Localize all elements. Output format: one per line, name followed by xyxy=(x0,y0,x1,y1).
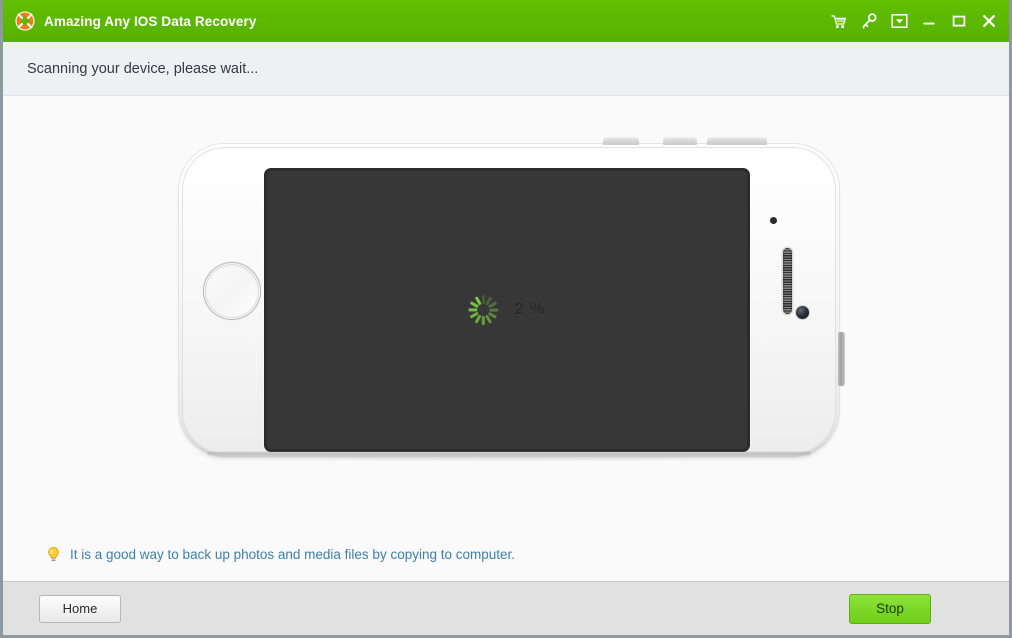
device-illustration: 2 % xyxy=(179,138,845,464)
cart-icon[interactable] xyxy=(829,11,849,31)
device-bottom-edge xyxy=(207,452,811,460)
front-camera-icon xyxy=(796,306,809,319)
earpiece-speaker-icon xyxy=(783,248,792,314)
mute-switch-button xyxy=(603,138,639,145)
title-bar: Amazing Any IOS Data Recovery xyxy=(3,0,1009,42)
title-bar-controls xyxy=(829,11,1003,31)
tip-row: It is a good way to back up photos and m… xyxy=(45,546,515,563)
lifebuoy-icon xyxy=(15,11,35,31)
close-icon[interactable] xyxy=(979,11,999,31)
progress-percent-label: 2 % xyxy=(514,301,546,318)
dropdown-icon[interactable] xyxy=(889,11,909,31)
application-window: Amazing Any IOS Data Recovery Scanning y… xyxy=(0,0,1012,638)
key-icon[interactable] xyxy=(859,11,879,31)
minimize-icon[interactable] xyxy=(919,11,939,31)
device-home-button xyxy=(206,265,258,317)
device-body: 2 % xyxy=(179,138,845,457)
stop-button[interactable]: Stop xyxy=(849,593,931,624)
home-button[interactable]: Home xyxy=(39,594,121,623)
window-title: Amazing Any IOS Data Recovery xyxy=(44,13,257,29)
main-content-area: 2 % It is a good way to back up photos a… xyxy=(3,96,1009,581)
loading-spinner-icon xyxy=(468,295,499,325)
lightbulb-icon xyxy=(45,546,62,563)
tip-message: It is a good way to back up photos and m… xyxy=(70,547,516,562)
power-button xyxy=(838,332,845,386)
proximity-sensor-icon xyxy=(770,217,777,224)
footer-bar: Home Stop xyxy=(3,581,1009,635)
maximize-icon[interactable] xyxy=(949,11,969,31)
status-message: Scanning your device, please wait... xyxy=(27,60,259,77)
volume-down-button xyxy=(707,138,767,145)
status-bar: Scanning your device, please wait... xyxy=(3,42,1009,96)
device-screen: 2 % xyxy=(267,171,747,449)
title-bar-left: Amazing Any IOS Data Recovery xyxy=(15,11,829,31)
scan-progress-group: 2 % xyxy=(267,171,747,449)
volume-up-button xyxy=(663,138,697,145)
